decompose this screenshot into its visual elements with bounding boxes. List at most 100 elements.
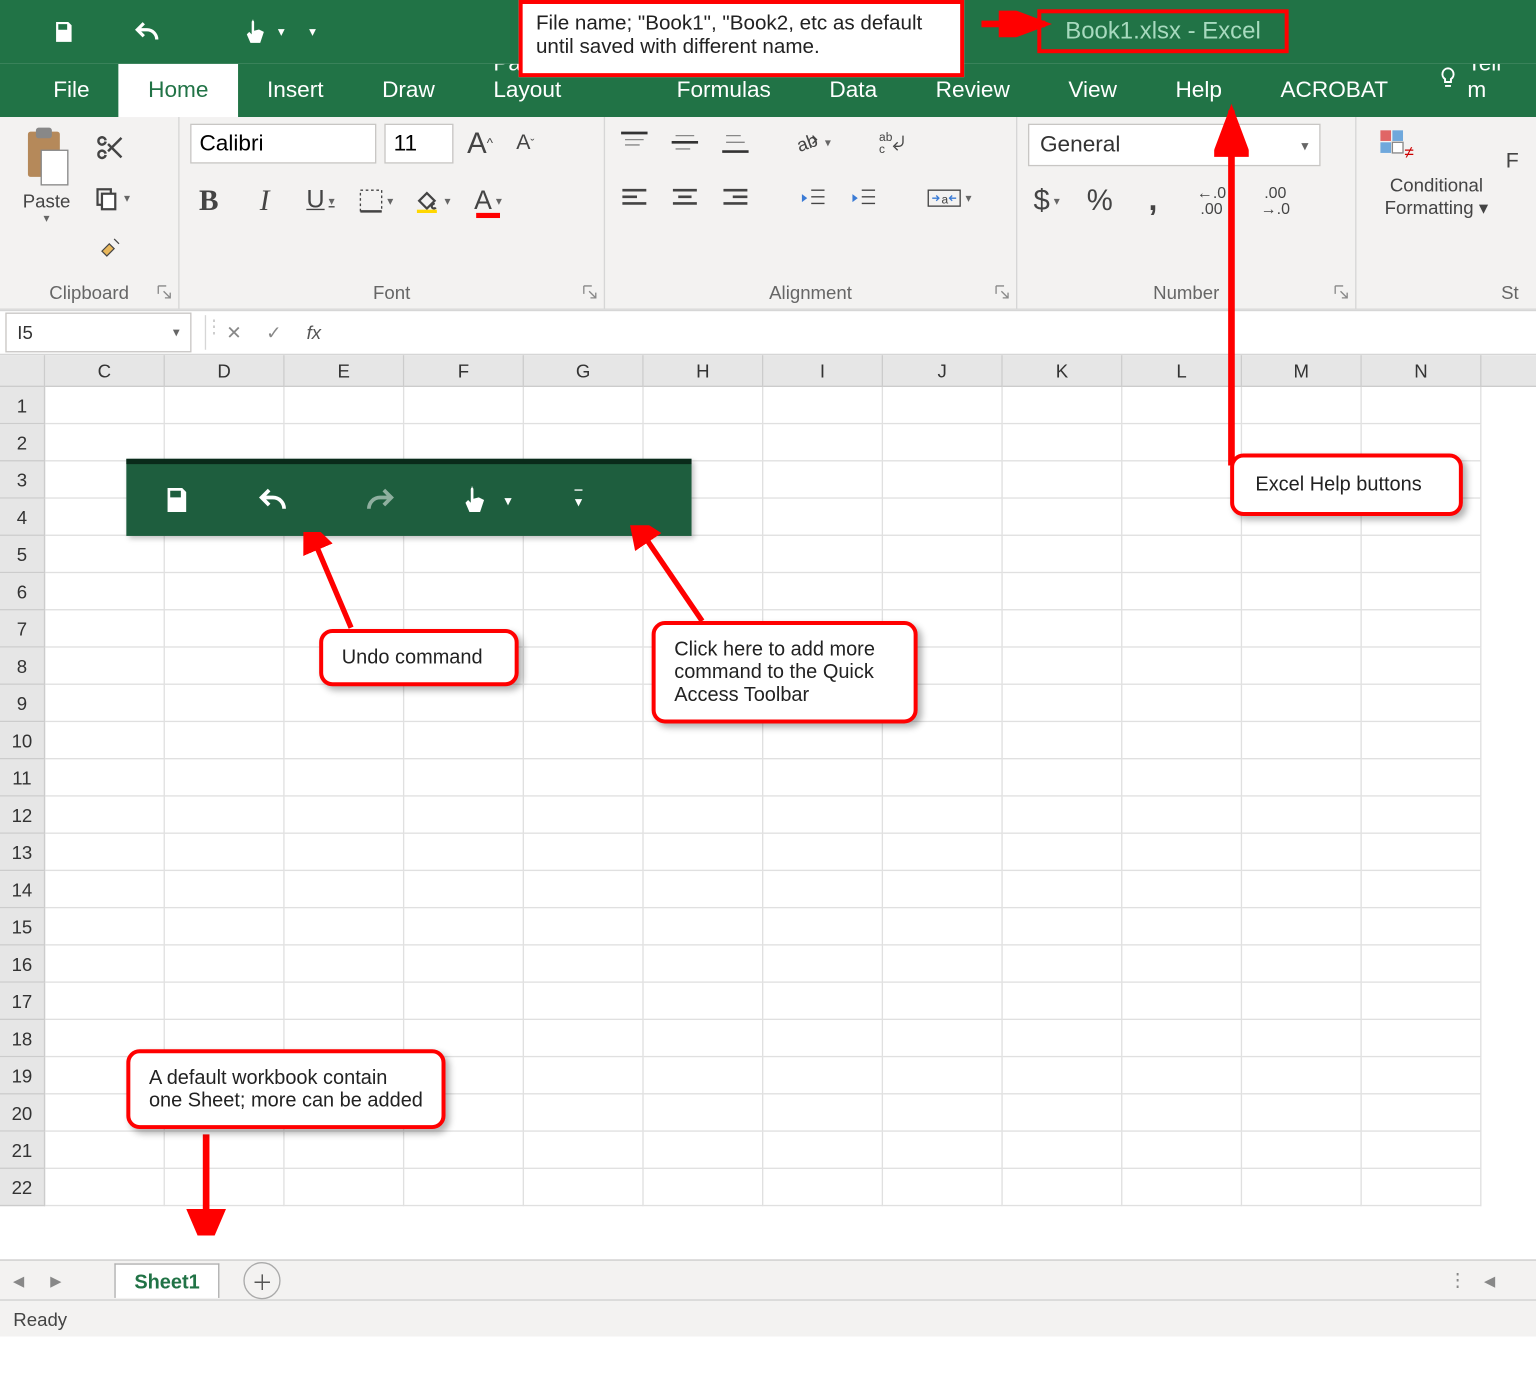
cell[interactable]	[1122, 536, 1242, 573]
cell[interactable]	[1122, 946, 1242, 983]
cell[interactable]	[524, 1020, 644, 1057]
cell[interactable]	[644, 871, 764, 908]
cell[interactable]	[763, 797, 883, 834]
cell[interactable]	[763, 387, 883, 424]
align-top-button[interactable]	[616, 124, 653, 161]
cell[interactable]	[763, 1020, 883, 1057]
cell[interactable]	[1362, 573, 1482, 610]
cell[interactable]	[524, 871, 644, 908]
decrease-indent-button[interactable]	[794, 180, 831, 217]
cell[interactable]	[404, 797, 524, 834]
tab-view[interactable]: View	[1039, 64, 1146, 117]
cell[interactable]	[883, 797, 1003, 834]
cell[interactable]	[1003, 871, 1123, 908]
cell[interactable]	[883, 1094, 1003, 1131]
row-header[interactable]: 19	[0, 1057, 45, 1094]
cell[interactable]	[404, 871, 524, 908]
cell[interactable]	[524, 536, 644, 573]
sheet-nav-next[interactable]: ►	[37, 1261, 74, 1298]
cell[interactable]	[524, 1094, 644, 1131]
align-right-button[interactable]	[717, 180, 754, 217]
cell[interactable]	[1242, 871, 1362, 908]
cell[interactable]	[1362, 722, 1482, 759]
accounting-format-button[interactable]: $	[1028, 182, 1065, 219]
cell[interactable]	[1122, 1132, 1242, 1169]
align-middle-button[interactable]	[666, 124, 703, 161]
cell[interactable]	[644, 1169, 764, 1206]
cancel-formula-button[interactable]: ✕	[214, 313, 254, 353]
underline-button[interactable]: U	[302, 182, 339, 219]
row-header[interactable]: 11	[0, 759, 45, 796]
cell[interactable]	[285, 908, 405, 945]
sheet-tab-1[interactable]: Sheet1	[114, 1263, 219, 1298]
merge-center-button[interactable]: a	[922, 180, 977, 217]
cell[interactable]	[644, 834, 764, 871]
cell[interactable]	[165, 685, 285, 722]
cell[interactable]	[45, 387, 165, 424]
cell[interactable]	[883, 1169, 1003, 1206]
cell[interactable]	[165, 983, 285, 1020]
cell[interactable]	[1362, 983, 1482, 1020]
cell[interactable]	[1362, 871, 1482, 908]
cell[interactable]	[165, 610, 285, 647]
wrap-text-button[interactable]: abc	[871, 124, 914, 161]
cell[interactable]	[45, 536, 165, 573]
orientation-button[interactable]: ab	[794, 124, 831, 161]
cell[interactable]	[1122, 834, 1242, 871]
cell[interactable]	[763, 573, 883, 610]
cell[interactable]	[404, 722, 524, 759]
cell[interactable]	[404, 573, 524, 610]
cell[interactable]	[644, 759, 764, 796]
row-header[interactable]: 16	[0, 946, 45, 983]
cell[interactable]	[1242, 648, 1362, 685]
cell[interactable]	[1003, 983, 1123, 1020]
cell[interactable]	[404, 983, 524, 1020]
cell[interactable]	[883, 387, 1003, 424]
cell[interactable]	[45, 610, 165, 647]
decrease-font-button[interactable]: Aˇ	[507, 125, 544, 162]
cell[interactable]	[285, 722, 405, 759]
row-header[interactable]: 22	[0, 1169, 45, 1206]
cell[interactable]	[165, 648, 285, 685]
cell[interactable]	[1122, 573, 1242, 610]
row-header[interactable]: 1	[0, 387, 45, 424]
cell[interactable]	[285, 834, 405, 871]
tab-home[interactable]: Home	[119, 64, 238, 117]
cell[interactable]	[1122, 1057, 1242, 1094]
cell[interactable]	[1362, 536, 1482, 573]
cell[interactable]	[883, 1132, 1003, 1169]
cell[interactable]	[285, 871, 405, 908]
cell[interactable]	[404, 685, 524, 722]
cell[interactable]	[45, 648, 165, 685]
font-name-select[interactable]	[190, 124, 376, 164]
cell[interactable]	[1122, 983, 1242, 1020]
cell[interactable]	[1362, 610, 1482, 647]
cell[interactable]	[644, 908, 764, 945]
cell[interactable]	[1122, 908, 1242, 945]
cell[interactable]	[1242, 1094, 1362, 1131]
cell[interactable]	[1122, 499, 1242, 536]
cell[interactable]	[1122, 759, 1242, 796]
enter-formula-button[interactable]: ✓	[254, 313, 294, 353]
column-header[interactable]: F	[404, 355, 524, 387]
cell[interactable]	[1242, 908, 1362, 945]
decrease-decimal-button[interactable]: .00→.0	[1251, 182, 1299, 219]
cell[interactable]	[285, 387, 405, 424]
row-header[interactable]: 21	[0, 1132, 45, 1169]
cell[interactable]	[1122, 1094, 1242, 1131]
row-header[interactable]: 13	[0, 834, 45, 871]
cell[interactable]	[285, 946, 405, 983]
column-header[interactable]: N	[1362, 355, 1482, 387]
align-bottom-button[interactable]	[717, 124, 754, 161]
cell[interactable]	[1122, 610, 1242, 647]
cell[interactable]	[165, 946, 285, 983]
cell[interactable]	[644, 1020, 764, 1057]
cell[interactable]	[883, 871, 1003, 908]
cell[interactable]	[763, 424, 883, 461]
tab-insert[interactable]: Insert	[238, 64, 353, 117]
font-dialog-launcher[interactable]	[582, 285, 598, 301]
cell[interactable]	[524, 834, 644, 871]
cell[interactable]	[1122, 1169, 1242, 1206]
increase-font-button[interactable]: A^	[461, 125, 498, 162]
cell[interactable]	[404, 424, 524, 461]
